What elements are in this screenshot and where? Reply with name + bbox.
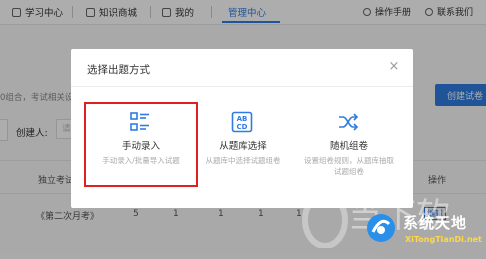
shuffle-icon bbox=[339, 113, 359, 131]
watermark-logo bbox=[367, 214, 395, 242]
watermark-bg-logo bbox=[302, 191, 348, 248]
option-title: 从题库选择 bbox=[219, 141, 267, 152]
dialog-title: 选择出题方式 bbox=[87, 64, 150, 76]
close-icon[interactable]: × bbox=[387, 60, 401, 74]
watermark-url: XiTongTianDi.net bbox=[405, 235, 482, 244]
option-title: 随机组卷 bbox=[329, 141, 368, 152]
watermark-title: 系统天地 bbox=[403, 214, 468, 232]
option-description: 设置组卷规则，从题库抽取试题组卷 bbox=[304, 156, 394, 176]
dialog-divider bbox=[71, 86, 413, 87]
question-method-dialog: 选择出题方式 × 手动录入 手动录入/批量导入试题 AB CD 从题库选择 从题… bbox=[71, 49, 413, 208]
abcd-icon: AB CD bbox=[231, 111, 253, 133]
option-from-bank[interactable]: AB CD 从题库选择 从题库中选择试题组卷 bbox=[189, 107, 297, 183]
svg-text:CD: CD bbox=[237, 123, 248, 131]
selection-highlight bbox=[84, 102, 198, 187]
option-random[interactable]: 随机组卷 设置组卷规则，从题库抽取试题组卷 bbox=[295, 107, 403, 183]
option-description: 从题库中选择试题组卷 bbox=[205, 156, 281, 165]
svg-text:AB: AB bbox=[237, 115, 248, 123]
